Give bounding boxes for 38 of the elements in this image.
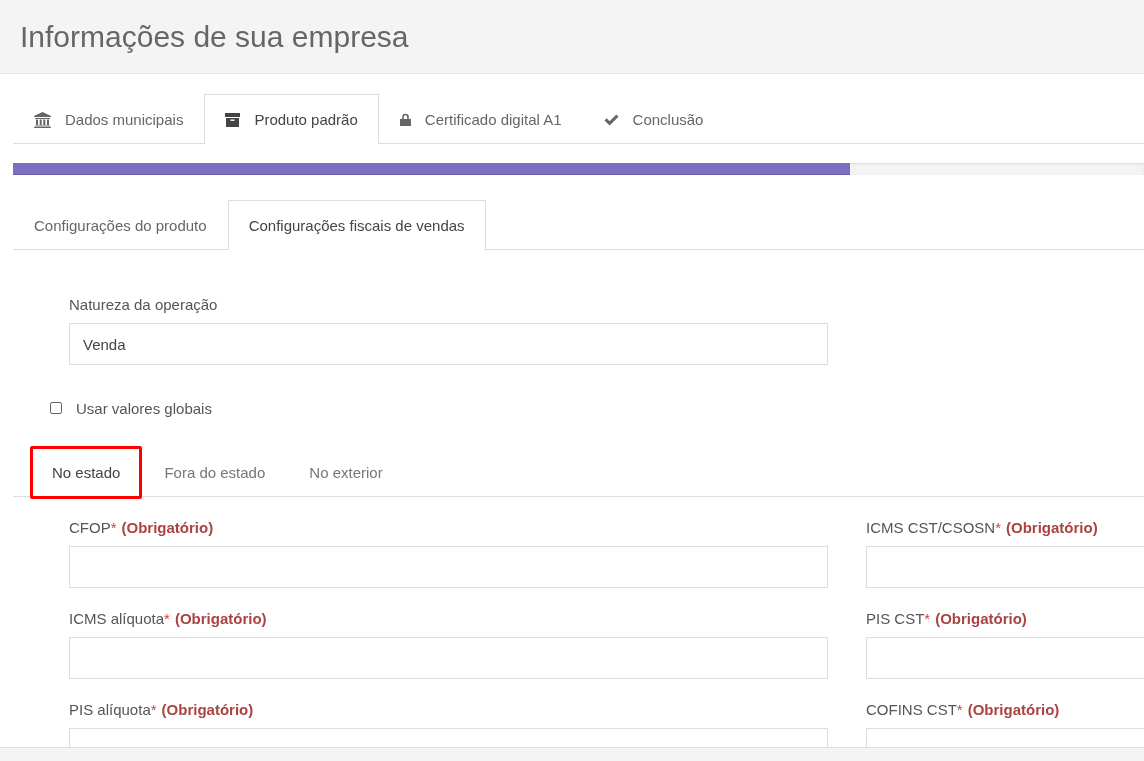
checkbox-label: Usar valores globais [76, 399, 212, 417]
required-note: (Obrigatório) [121, 519, 214, 536]
settings-tab[interactable]: Configurações do produto [13, 200, 228, 250]
region-tab[interactable]: No estado [30, 446, 143, 499]
required-asterisk: * [995, 519, 1002, 536]
step-tab[interactable]: Produto padrão [204, 94, 379, 144]
step-tab[interactable]: Certificado digital A1 [378, 94, 583, 144]
check-icon [603, 113, 619, 126]
required-asterisk: * [956, 701, 963, 718]
lock-icon [399, 113, 411, 126]
field-label: Natureza da operação [69, 296, 219, 314]
required-asterisk: * [164, 610, 170, 627]
required-note: (Obrigatório) [1006, 519, 1098, 536]
field-label: ICMS alíquota [69, 610, 165, 627]
field-label: PIS CST [866, 610, 925, 627]
required-asterisk: * [110, 519, 117, 536]
bank-icon [34, 111, 51, 128]
field-label: ICMS CST/CSOSN [866, 519, 996, 536]
input-field[interactable] [69, 637, 828, 679]
field-label: COFINS CST [866, 701, 957, 718]
checkbox[interactable] [50, 402, 62, 414]
step-tab[interactable]: Dados municipais [13, 94, 205, 144]
operation-nature-field[interactable]: Venda [69, 323, 828, 365]
required-note: (Obrigatório) [174, 610, 267, 627]
required-note: (Obrigatório) [967, 701, 1060, 718]
field-label: CFOP [69, 519, 111, 536]
required-note: (Obrigatório) [935, 610, 1027, 627]
field-label: PIS alíquota [69, 701, 151, 718]
archive-box-icon [225, 112, 241, 127]
region-tab[interactable]: Fora do estado [142, 446, 288, 499]
input-field[interactable] [69, 546, 828, 588]
settings-tab[interactable]: Configurações fiscais de vendas [227, 200, 486, 250]
required-note: (Obrigatório) [161, 701, 254, 718]
required-asterisk: * [150, 701, 157, 718]
required-asterisk: * [924, 610, 931, 627]
region-tab[interactable]: No exterior [287, 446, 405, 499]
step-tab[interactable]: Conclusão [582, 94, 725, 144]
page-title: Informações de sua empresa [20, 19, 409, 54]
